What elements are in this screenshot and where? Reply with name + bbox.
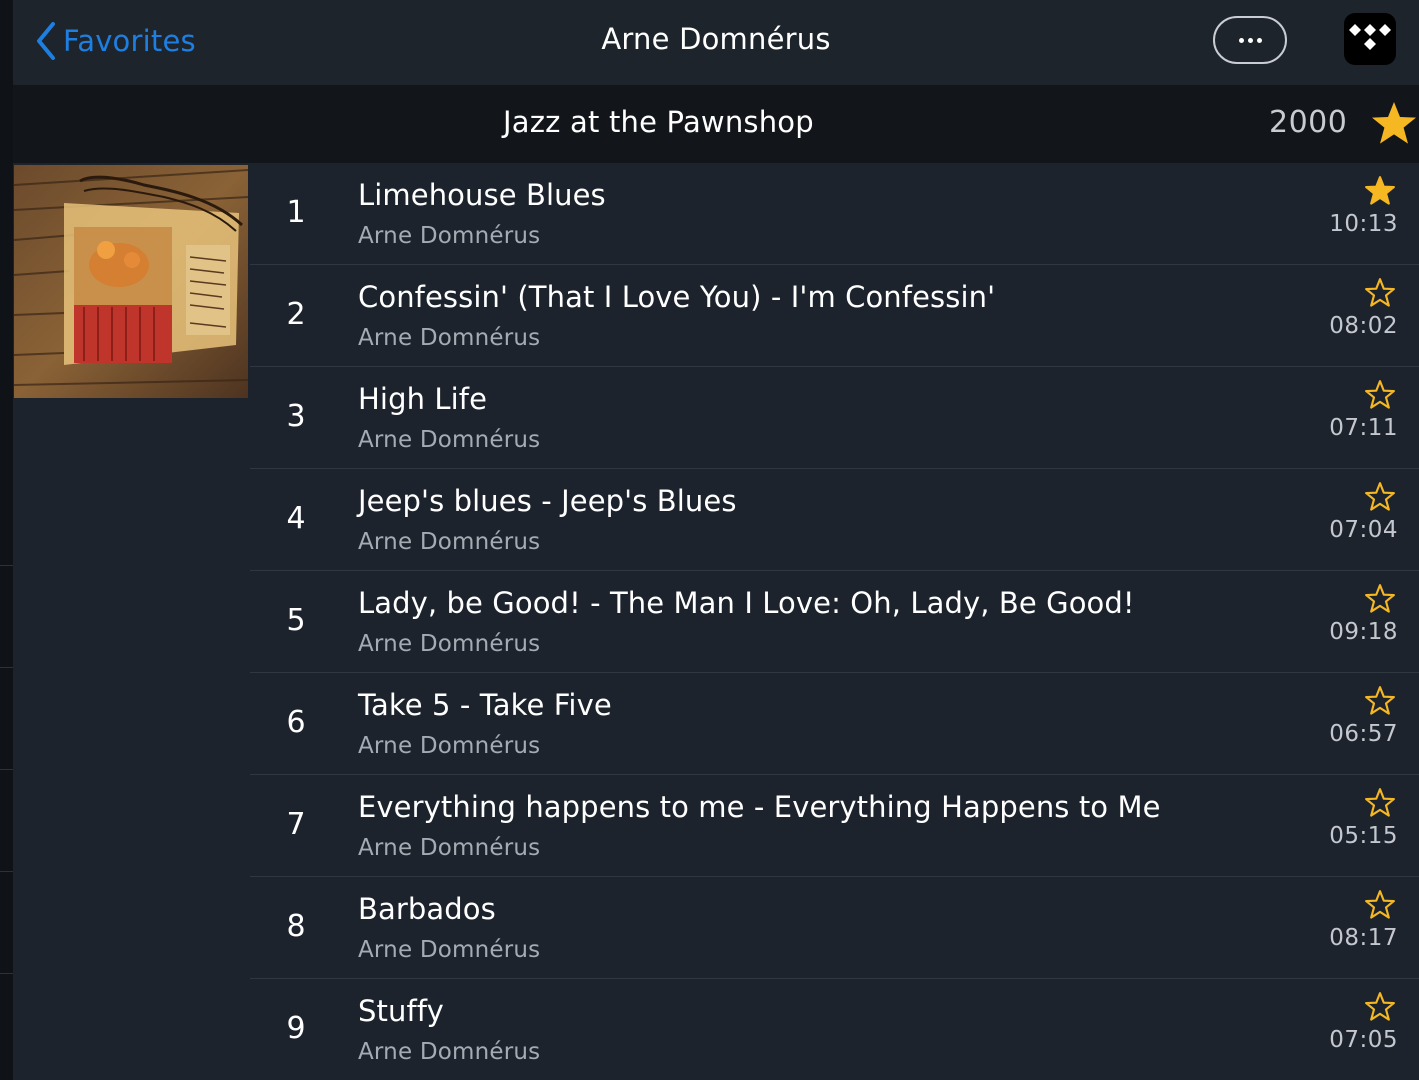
track-title: Take 5 - Take Five [358,688,612,722]
album-detail-screen: Favorites Arne Domnérus Jazz at the Pawn… [0,0,1419,1080]
star-icon[interactable] [1364,379,1396,414]
tidal-service-button[interactable] [1344,13,1396,65]
track-row[interactable]: 1 Limehouse Blues Arne Domnérus 10:13 [250,163,1419,265]
track-artist: Arne Domnérus [358,835,541,861]
track-number: 9 [286,1011,306,1046]
track-title: High Life [358,382,488,416]
album-year: 2000 [1269,105,1348,140]
star-icon[interactable] [1370,100,1418,150]
tidal-logo-icon [1348,21,1392,57]
track-duration: 05:15 [1329,823,1398,849]
track-number: 8 [286,909,306,944]
navigation-bar: Favorites Arne Domnérus [13,0,1419,84]
page-title: Arne Domnérus [601,22,831,56]
track-title: Barbados [358,892,496,926]
track-number: 2 [286,297,306,332]
track-title: Limehouse Blues [358,178,606,212]
track-number: 1 [286,195,306,230]
track-title: Stuffy [358,994,444,1028]
star-icon[interactable] [1364,583,1396,618]
track-row[interactable]: 6 Take 5 - Take Five Arne Domnérus 06:57 [250,673,1419,775]
track-row[interactable]: 3 High Life Arne Domnérus 07:11 [250,367,1419,469]
edge-divider [0,769,13,770]
star-icon[interactable] [1364,889,1396,924]
track-title: Everything happens to me - Everything Ha… [358,790,1161,824]
edge-divider [0,871,13,872]
track-duration: 07:05 [1329,1027,1398,1053]
track-number: 6 [286,705,306,740]
star-icon[interactable] [1364,991,1396,1026]
track-duration: 08:17 [1329,925,1398,951]
album-cover-art [14,165,248,398]
track-number: 3 [286,399,306,434]
track-duration: 09:18 [1329,619,1398,645]
star-icon[interactable] [1364,175,1396,210]
edge-divider [0,667,13,668]
track-row[interactable]: 4 Jeep's blues - Jeep's Blues Arne Domné… [250,469,1419,571]
album-header: Jazz at the Pawnshop 2000 [13,85,1419,163]
track-title: Jeep's blues - Jeep's Blues [358,484,737,518]
track-artist: Arne Domnérus [358,937,541,963]
album-title: Jazz at the Pawnshop [503,105,814,139]
edge-divider [0,565,13,566]
track-duration: 10:13 [1329,211,1398,237]
track-duration: 08:02 [1329,313,1398,339]
edge-divider [0,973,13,974]
star-icon[interactable] [1364,481,1396,516]
track-number: 5 [286,603,306,638]
track-row[interactable]: 9 Stuffy Arne Domnérus 07:05 [250,979,1419,1080]
left-edge-panel [0,0,13,1080]
star-icon[interactable] [1364,277,1396,312]
track-artist: Arne Domnérus [358,325,541,351]
track-number: 4 [286,501,306,536]
track-row[interactable]: 2 Confessin' (That I Love You) - I'm Con… [250,265,1419,367]
track-artist: Arne Domnérus [358,1039,541,1065]
track-duration: 07:11 [1329,415,1398,441]
track-row[interactable]: 7 Everything happens to me - Everything … [250,775,1419,877]
track-title: Confessin' (That I Love You) - I'm Confe… [358,280,996,314]
star-icon[interactable] [1364,787,1396,822]
ellipsis-icon [1237,37,1264,43]
track-artist: Arne Domnérus [358,631,541,657]
track-duration: 06:57 [1329,721,1398,747]
track-duration: 07:04 [1329,517,1398,543]
track-title: Lady, be Good! - The Man I Love: Oh, Lad… [358,586,1135,620]
track-artist: Arne Domnérus [358,427,541,453]
track-artist: Arne Domnérus [358,529,541,555]
track-row[interactable]: 5 Lady, be Good! - The Man I Love: Oh, L… [250,571,1419,673]
star-icon[interactable] [1364,685,1396,720]
track-artist: Arne Domnérus [358,733,541,759]
track-artist: Arne Domnérus [358,223,541,249]
track-row[interactable]: 8 Barbados Arne Domnérus 08:17 [250,877,1419,979]
more-options-button[interactable] [1213,16,1287,64]
track-number: 7 [286,807,306,842]
track-list: 1 Limehouse Blues Arne Domnérus 10:13 2 … [250,163,1419,1080]
